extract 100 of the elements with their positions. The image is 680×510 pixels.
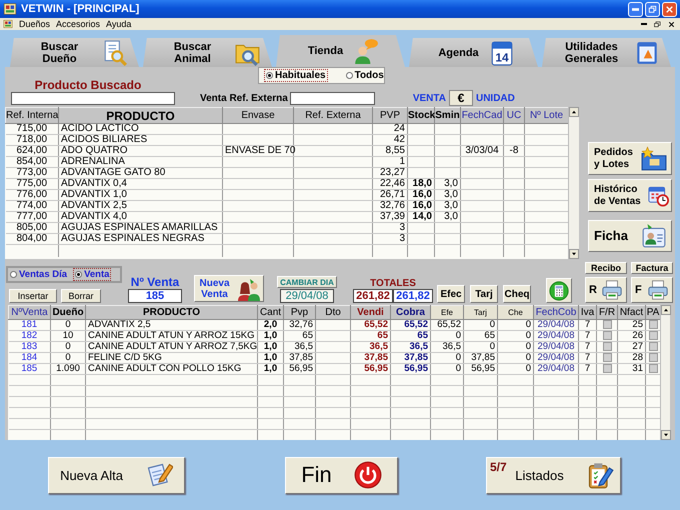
scroll-up-button[interactable] — [661, 305, 671, 315]
scroll-down-button[interactable] — [569, 249, 579, 259]
up-arrow-icon — [663, 307, 669, 313]
column-header[interactable]: Cant — [258, 306, 284, 320]
table-cell: 718,00 — [6, 134, 58, 146]
table-cell: 36,5 — [350, 342, 390, 353]
column-header[interactable]: PA — [646, 306, 660, 320]
table-cell: 775,00 — [6, 178, 58, 190]
new-sale-button[interactable]: Nueva Venta — [194, 275, 264, 302]
table-cell: 1.090 — [50, 364, 86, 375]
checkbox[interactable] — [602, 353, 612, 362]
minimize-icon — [640, 23, 646, 25]
scroll-down-button[interactable] — [661, 430, 671, 440]
table-cell: AGUJAS ESPINALES NEGRAS — [58, 234, 222, 244]
calculator-button[interactable] — [546, 278, 572, 303]
column-header[interactable]: Ref. Externa — [294, 108, 372, 124]
column-header[interactable]: Envase — [222, 108, 294, 124]
column-header[interactable]: Vendi — [350, 306, 390, 320]
column-header[interactable]: Nfact — [618, 306, 646, 320]
table-cell: 854,00 — [6, 156, 58, 168]
table-cell: 1,0 — [258, 342, 284, 353]
column-header[interactable]: F/R — [596, 306, 618, 320]
table-cell: 24 — [372, 124, 408, 134]
column-header[interactable]: UC — [504, 108, 524, 124]
radio-button[interactable]: Habituales — [265, 70, 327, 81]
side-button[interactable]: Pedidos y Lotes — [588, 142, 672, 175]
payment-button[interactable]: Efec — [437, 285, 465, 303]
side-button[interactable]: Ficha — [588, 220, 672, 252]
table-cell: 31 — [618, 364, 646, 375]
tab[interactable]: Utilidades Generales — [542, 38, 671, 67]
radio-button[interactable]: Venta — [74, 269, 110, 280]
print-button[interactable]: Recibo — [585, 262, 627, 274]
table-cell: 56,95 — [464, 364, 498, 375]
tab[interactable]: Buscar Dueño — [10, 38, 139, 67]
currency-button[interactable]: € — [448, 90, 473, 106]
column-header[interactable]: Che — [498, 306, 534, 320]
table-cell: 3,0 — [434, 212, 460, 222]
checkbox[interactable] — [648, 353, 658, 362]
column-header[interactable]: PRODUCTO — [58, 108, 222, 124]
column-header[interactable]: Iva — [578, 306, 596, 320]
checkbox[interactable] — [648, 320, 658, 329]
table-cell: 2,0 — [258, 320, 284, 331]
column-header[interactable]: Smin — [434, 108, 460, 124]
print-button[interactable]: R — [585, 277, 627, 303]
tab[interactable]: Agenda 14 — [409, 38, 538, 67]
tab[interactable]: Tienda — [276, 35, 405, 67]
print-button[interactable]: Factura — [631, 262, 673, 274]
menu-item[interactable]: Dueños — [19, 19, 50, 29]
change-day-button[interactable]: CAMBIAR DIA — [277, 276, 337, 288]
text-field[interactable] — [290, 92, 375, 104]
table-cell: 181 — [8, 320, 50, 331]
side-button[interactable]: Histórico de Ventas — [588, 179, 672, 212]
table-cell: 37,85 — [350, 352, 390, 364]
tab[interactable]: Buscar Animal — [143, 38, 272, 67]
column-header[interactable]: Tarj — [464, 306, 498, 320]
table-cell: 37,85 — [390, 352, 430, 364]
table-cell: 3,0 — [434, 200, 460, 212]
checkbox[interactable] — [602, 320, 612, 329]
restore-button[interactable] — [652, 18, 663, 30]
checkbox[interactable] — [648, 331, 658, 340]
table-cell: 1 — [372, 156, 408, 168]
column-header[interactable]: PRODUCTO — [86, 306, 258, 320]
table-cell: 32,76 — [372, 200, 408, 212]
menu-item[interactable]: Accesorios — [56, 19, 100, 29]
checkbox[interactable] — [602, 364, 612, 374]
checkbox[interactable] — [648, 342, 658, 352]
menu-item[interactable]: Ayuda — [106, 19, 132, 29]
column-header[interactable]: Dto — [316, 306, 350, 320]
print-button[interactable]: F — [631, 277, 673, 303]
radio-button[interactable]: Todos — [344, 70, 385, 81]
column-header[interactable]: FechCad — [460, 108, 504, 124]
action-button[interactable]: Insertar — [9, 289, 57, 303]
bottom-button[interactable]: Nueva Alta — [48, 456, 185, 494]
column-header[interactable]: Cobra — [390, 306, 430, 320]
bottom-button[interactable]: Fin — [285, 456, 398, 494]
radio-button[interactable]: Ventas Día — [9, 269, 68, 280]
payment-button[interactable]: Tarj — [470, 285, 498, 303]
column-header[interactable]: Nº Lote — [524, 108, 568, 124]
column-header[interactable]: Pvp — [284, 306, 316, 320]
scroll-up-button[interactable] — [569, 107, 579, 117]
table-cell: 32,76 — [284, 320, 316, 331]
column-header[interactable]: Ref. Interna — [6, 108, 58, 124]
column-header[interactable]: Dueño — [50, 306, 86, 320]
table-cell: ADO QUATRO — [58, 146, 222, 156]
column-header[interactable]: Efe — [430, 306, 464, 320]
document-search-icon — [102, 40, 128, 66]
table-cell: 65,52 — [350, 320, 390, 331]
column-header[interactable]: Stock — [408, 108, 434, 124]
restore-icon — [653, 20, 662, 28]
checkbox[interactable] — [602, 342, 612, 352]
payment-button[interactable]: Cheq — [503, 285, 531, 303]
checkbox[interactable] — [648, 364, 658, 374]
checkbox[interactable] — [602, 331, 612, 340]
bottom-button[interactable]: 5/7 Listados — [486, 456, 621, 494]
column-header[interactable]: FechCob — [534, 306, 578, 320]
column-header[interactable]: PVP — [372, 108, 408, 124]
table-cell: 29/04/08 — [534, 352, 578, 364]
search-field[interactable] — [11, 92, 175, 105]
column-header[interactable]: NºVenta — [8, 306, 50, 320]
action-button[interactable]: Borrar — [61, 289, 101, 303]
